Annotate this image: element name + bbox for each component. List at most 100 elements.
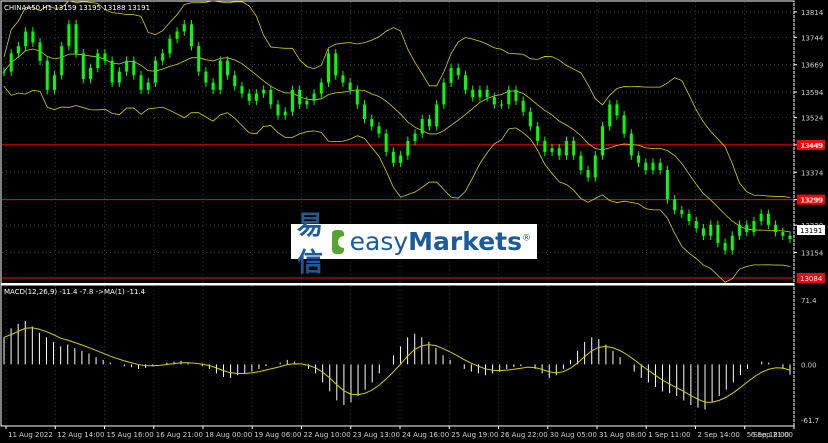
candle-body <box>507 89 511 105</box>
macd-tick-label: 71.4 <box>801 297 817 305</box>
candle-body <box>673 199 677 211</box>
candle-body <box>427 119 431 127</box>
hline-price-label: 13084 <box>800 275 823 283</box>
time-tick-label: 2 Sep 14:00 <box>698 431 740 439</box>
candle-body <box>766 213 770 225</box>
candle-body <box>680 210 684 214</box>
candle-body <box>226 60 230 76</box>
candle-body <box>168 38 172 54</box>
candle-body <box>182 24 186 32</box>
macd-label: MACD(12,26,9) -11.4 -7.8 ->MA(1) -11.4 <box>4 288 146 296</box>
logo-brand-text: easyMarkets® <box>349 227 531 256</box>
candle-body <box>593 155 597 178</box>
candle-body <box>572 140 576 156</box>
candle-body <box>363 104 367 120</box>
time-tick-label: 18 Aug 00:00 <box>205 431 252 439</box>
price-tick-label: 13814 <box>801 9 824 17</box>
candle-body <box>644 162 648 171</box>
candle-body <box>521 100 525 112</box>
candle-body <box>254 93 258 101</box>
candle-body <box>608 104 612 127</box>
symbol-info: CHINAA50,H1 13159 13195 13188 13191 <box>4 4 150 12</box>
candle-body <box>694 221 698 229</box>
candle-body <box>341 75 345 83</box>
macd-tick-label: -61.7 <box>801 417 819 425</box>
candle-body <box>391 151 395 163</box>
candle-body <box>637 155 641 163</box>
candle-body <box>716 224 720 243</box>
candle-body <box>312 93 316 101</box>
candle-body <box>189 24 193 47</box>
candle-body <box>298 89 302 105</box>
candle-body <box>435 104 439 127</box>
time-tick-label: 19 Aug 06:00 <box>254 431 301 439</box>
candle-body <box>16 46 20 54</box>
candle-body <box>290 89 294 112</box>
candle-body <box>89 67 93 79</box>
price-tick-label: 13154 <box>801 249 824 257</box>
trading-chart[interactable]: 13449 13299 13084 13814 13744 13669 13594 1352… <box>0 0 828 443</box>
candle-body <box>701 228 705 236</box>
candle-body <box>60 46 64 76</box>
price-tick-label: 13374 <box>801 169 824 177</box>
candle-body <box>615 104 619 116</box>
candle-body <box>384 133 388 152</box>
time-tick-label: 6 Sep 21:00 <box>751 431 793 439</box>
easymarkets-logo: 易信 easyMarkets® <box>291 211 537 278</box>
candle-body <box>492 97 496 105</box>
candle-body <box>269 89 273 105</box>
candle-body <box>9 53 13 72</box>
candle-body <box>658 162 662 171</box>
price-tick-label: 13299 <box>801 197 823 205</box>
time-tick-label: 26 Aug 22:00 <box>501 431 548 439</box>
price-tick-label: 13524 <box>801 115 824 123</box>
candle-body <box>125 60 129 72</box>
candle-body <box>665 170 669 200</box>
candle-body <box>550 148 554 152</box>
macd-histogram <box>3 321 791 410</box>
candle-body <box>355 89 359 105</box>
time-tick-label: 31 Aug 08:00 <box>599 431 646 439</box>
price-tick-label: 13669 <box>801 62 823 70</box>
candle-body <box>651 162 655 171</box>
candle-body <box>564 140 568 156</box>
candle-body <box>132 60 136 76</box>
candle-body <box>233 75 237 87</box>
candle-body <box>81 53 85 79</box>
horizontal-lines[interactable]: 13449 13299 13084 <box>2 139 825 283</box>
candle-body <box>67 24 71 47</box>
candle-body <box>377 126 381 134</box>
candle-body <box>348 82 352 90</box>
candle-body <box>2 71 6 73</box>
candle-body <box>456 67 460 76</box>
candle-body <box>175 31 179 39</box>
price-axis[interactable]: 13814 13744 13669 13594 13524 13449 13374 13299… <box>794 9 824 258</box>
candle-body <box>579 155 583 171</box>
time-tick-label: 11 Aug 2022 <box>8 431 53 439</box>
candle-body <box>629 133 633 156</box>
candle-body <box>781 232 785 236</box>
time-tick-label: 25 Aug 19:00 <box>451 431 498 439</box>
time-tick-label: 15 Aug 16:00 <box>107 431 154 439</box>
candle-body <box>218 60 222 90</box>
candle-body <box>413 133 417 141</box>
candle-body <box>240 86 244 94</box>
grid <box>2 2 795 425</box>
candle-body <box>334 53 338 76</box>
candle-body <box>52 75 56 90</box>
time-tick-label: 22 Aug 10:00 <box>304 431 351 439</box>
candle-body <box>752 221 756 233</box>
candle-body <box>471 89 475 98</box>
candle-body <box>622 115 626 134</box>
candle-body <box>485 89 489 98</box>
candle-body <box>305 100 309 105</box>
bollinger-upper <box>3 0 791 198</box>
time-tick-label: 12 Aug 14:00 <box>57 431 104 439</box>
candle-body <box>262 89 266 94</box>
candle-body <box>161 53 165 61</box>
macd-panel-frame <box>0 284 795 427</box>
macd-tick-label: 0.00 <box>801 361 817 369</box>
time-axis[interactable]: 11 Aug 2022 12 Aug 14:00 15 Aug 16:00 16 Au… <box>5 426 795 439</box>
candle-body <box>211 82 215 90</box>
logo-mark-icon <box>332 229 350 254</box>
